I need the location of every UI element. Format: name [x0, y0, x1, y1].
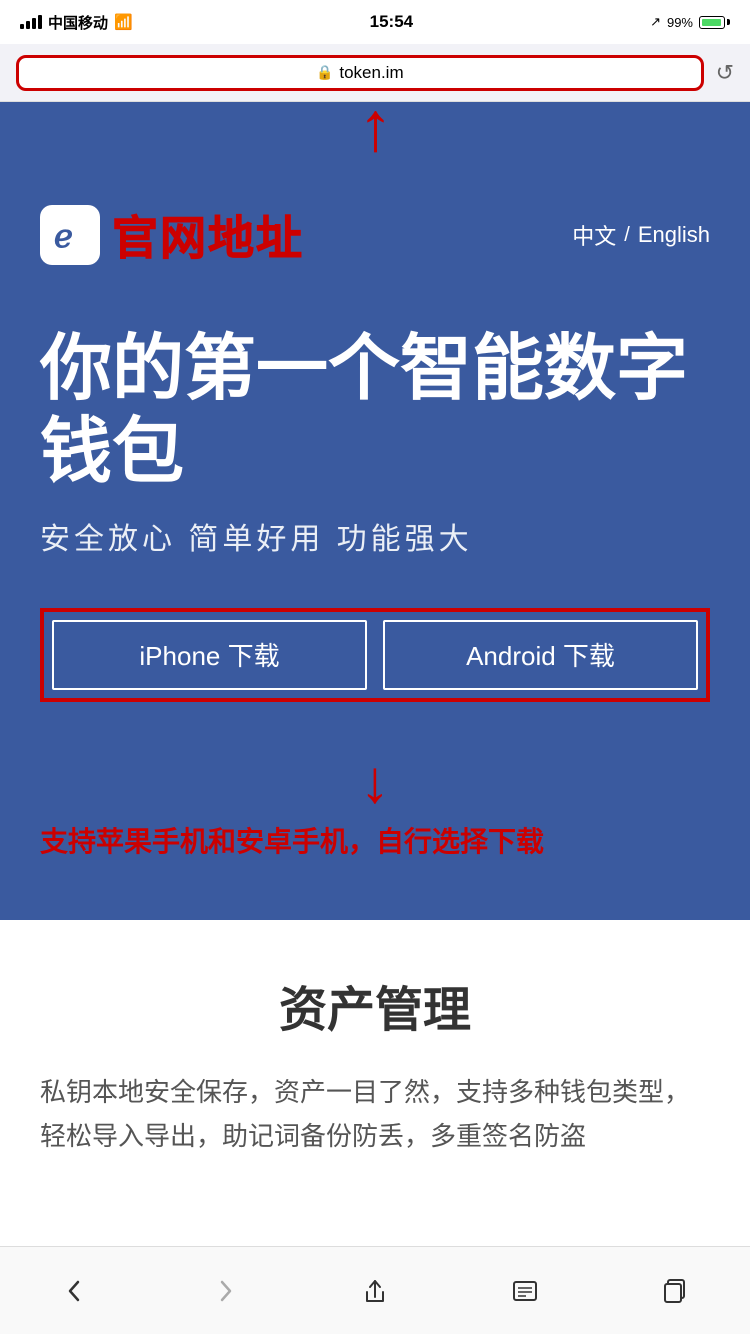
annotation-text: 支持苹果手机和安卓手机，自行选择下载: [40, 826, 544, 857]
browser-bar: 🔒 token.im ↺: [0, 44, 750, 102]
logo-icon: ℯ: [40, 205, 100, 265]
bottom-nav: [0, 1246, 750, 1334]
arrow-down-section: ↓: [40, 742, 710, 812]
asset-title: 资产管理: [40, 970, 710, 1040]
back-button[interactable]: [45, 1261, 105, 1321]
share-button[interactable]: [345, 1261, 405, 1321]
lang-chinese[interactable]: 中文: [572, 219, 616, 251]
svg-text:ℯ: ℯ: [54, 218, 73, 254]
website-main: ↓ ℯ 官网地址 中文 / English 你的第一个智能数字钱包 安全放心 简…: [0, 102, 750, 920]
site-title: 官网地址: [112, 202, 304, 268]
hero-section: 你的第一个智能数字钱包 安全放心 简单好用 功能强大 iPhone 下载 And…: [40, 298, 710, 742]
hero-title: 你的第一个智能数字钱包: [40, 328, 710, 494]
forward-button[interactable]: [195, 1261, 255, 1321]
battery-label: 99%: [667, 15, 693, 30]
download-buttons-container: iPhone 下载 Android 下载: [40, 608, 710, 702]
lang-english[interactable]: English: [638, 222, 710, 248]
site-header: ℯ 官网地址 中文 / English: [40, 182, 710, 298]
status-left: 中国移动 📶: [20, 12, 133, 33]
lang-switcher[interactable]: 中文 / English: [572, 219, 710, 251]
signal-bars: [20, 15, 42, 29]
logo-area: ℯ 官网地址: [40, 202, 304, 268]
tabs-button[interactable]: [645, 1261, 705, 1321]
arrow-up-icon: ↓: [358, 102, 393, 172]
status-right: ↗ 99%: [650, 14, 730, 30]
wifi-icon: 📶: [114, 13, 133, 31]
location-icon: ↗: [650, 14, 661, 30]
carrier-label: 中国移动: [48, 12, 108, 33]
status-time: 15:54: [370, 12, 413, 32]
download-buttons: iPhone 下载 Android 下载: [52, 620, 698, 690]
lang-divider: /: [624, 224, 630, 247]
bookmarks-button[interactable]: [495, 1261, 555, 1321]
asset-section: 资产管理 私钥本地安全保存，资产一目了然，支持多种钱包类型，轻松导入导出，助记词…: [0, 920, 750, 1198]
arrow-down-icon: ↓: [360, 752, 390, 812]
url-bar[interactable]: 🔒 token.im: [16, 55, 704, 91]
reload-button[interactable]: ↺: [716, 60, 734, 86]
annotation-section: 支持苹果手机和安卓手机，自行选择下载: [40, 812, 710, 880]
arrow-up-section: ↓: [0, 102, 750, 182]
hero-subtitle: 安全放心 简单好用 功能强大: [40, 514, 710, 558]
url-text: token.im: [339, 63, 403, 83]
iphone-download-button[interactable]: iPhone 下载: [52, 620, 367, 690]
status-bar: 中国移动 📶 15:54 ↗ 99%: [0, 0, 750, 44]
battery-indicator: [699, 16, 730, 29]
android-download-button[interactable]: Android 下载: [383, 620, 698, 690]
asset-body: 私钥本地安全保存，资产一目了然，支持多种钱包类型，轻松导入导出，助记词备份防丢，…: [40, 1070, 710, 1158]
lock-icon: 🔒: [316, 64, 333, 81]
